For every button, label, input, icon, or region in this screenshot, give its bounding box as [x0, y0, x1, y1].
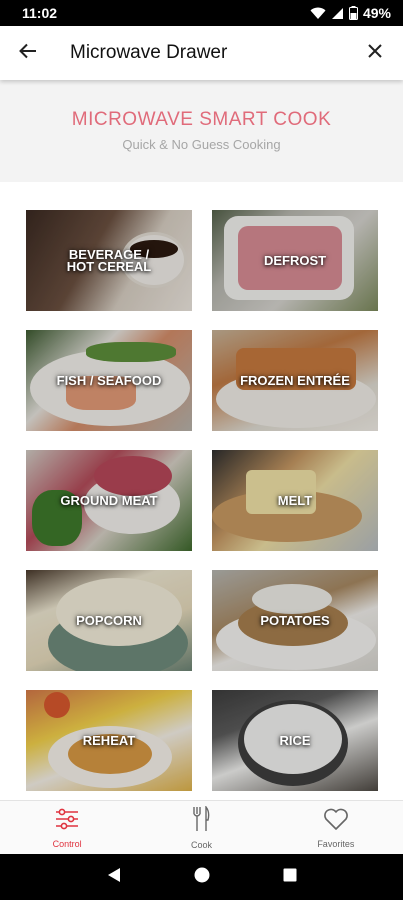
nav-favorites[interactable]: Favorites: [269, 801, 403, 854]
signal-icon: [331, 7, 344, 20]
nav-label: Cook: [190, 839, 212, 850]
tile-label: REHEAT: [82, 732, 136, 748]
tile-label: FISH / SEAFOOD: [56, 372, 162, 388]
close-icon: [368, 43, 382, 63]
tile-fish-seafood[interactable]: FISH / SEAFOOD: [26, 330, 192, 431]
status-bar: 11:02 49%: [0, 0, 403, 26]
cook-mode-grid: BEVERAGE / HOT CEREAL DEFROST FISH / SEA…: [26, 210, 378, 791]
heart-icon: [323, 807, 349, 836]
tile-label: RICE: [279, 732, 311, 748]
tile-label: GROUND MEAT: [60, 492, 158, 508]
tile-label: FROZEN ENTRÉE: [240, 372, 350, 388]
back-triangle-icon[interactable]: [107, 867, 121, 888]
nav-label: Control: [52, 838, 82, 849]
tile-label: POTATOES: [260, 612, 330, 628]
system-nav-bar: [0, 854, 403, 900]
status-icons: 49%: [310, 5, 391, 21]
app-bar: Microwave Drawer: [0, 26, 403, 80]
tile-label: MELT: [277, 492, 313, 508]
tile-defrost[interactable]: DEFROST: [212, 210, 378, 311]
hero-subtitle: Quick & No Guess Cooking: [122, 137, 281, 152]
tile-popcorn[interactable]: POPCORN: [26, 570, 192, 671]
sliders-icon: [54, 807, 80, 836]
back-button[interactable]: [0, 26, 56, 80]
tile-label: DEFROST: [263, 252, 327, 268]
hero-title: MICROWAVE SMART COOK: [71, 109, 332, 130]
bottom-nav: Control Cook Favorites: [0, 800, 403, 854]
page-title: Microwave Drawer: [70, 42, 228, 63]
tile-ground-meat[interactable]: GROUND MEAT: [26, 450, 192, 551]
tile-melt[interactable]: MELT: [212, 450, 378, 551]
status-time: 11:02: [22, 5, 58, 21]
battery-icon: [348, 6, 358, 20]
nav-control[interactable]: Control: [0, 801, 134, 854]
battery-percent: 49%: [362, 5, 391, 21]
nav-label: Favorites: [317, 838, 355, 849]
recents-square-icon[interactable]: [283, 868, 297, 887]
nav-cook[interactable]: Cook: [134, 801, 268, 854]
arrow-left-icon: [19, 43, 37, 64]
wifi-icon: [310, 7, 326, 20]
close-button[interactable]: [347, 26, 403, 80]
tile-beverage-hot-cereal[interactable]: BEVERAGE / HOT CEREAL: [26, 210, 192, 311]
tile-potatoes[interactable]: POTATOES: [212, 570, 378, 671]
tile-label: BEVERAGE / HOT CEREAL: [66, 246, 152, 274]
fork-knife-icon: [190, 804, 212, 837]
tile-label: POPCORN: [76, 612, 142, 628]
home-circle-icon[interactable]: [194, 867, 210, 888]
tile-frozen-entree[interactable]: FROZEN ENTRÉE: [212, 330, 378, 431]
tile-reheat[interactable]: REHEAT: [26, 690, 192, 791]
tile-rice[interactable]: RICE: [212, 690, 378, 791]
hero-banner: MICROWAVE SMART COOK Quick & No Guess Co…: [0, 80, 403, 182]
